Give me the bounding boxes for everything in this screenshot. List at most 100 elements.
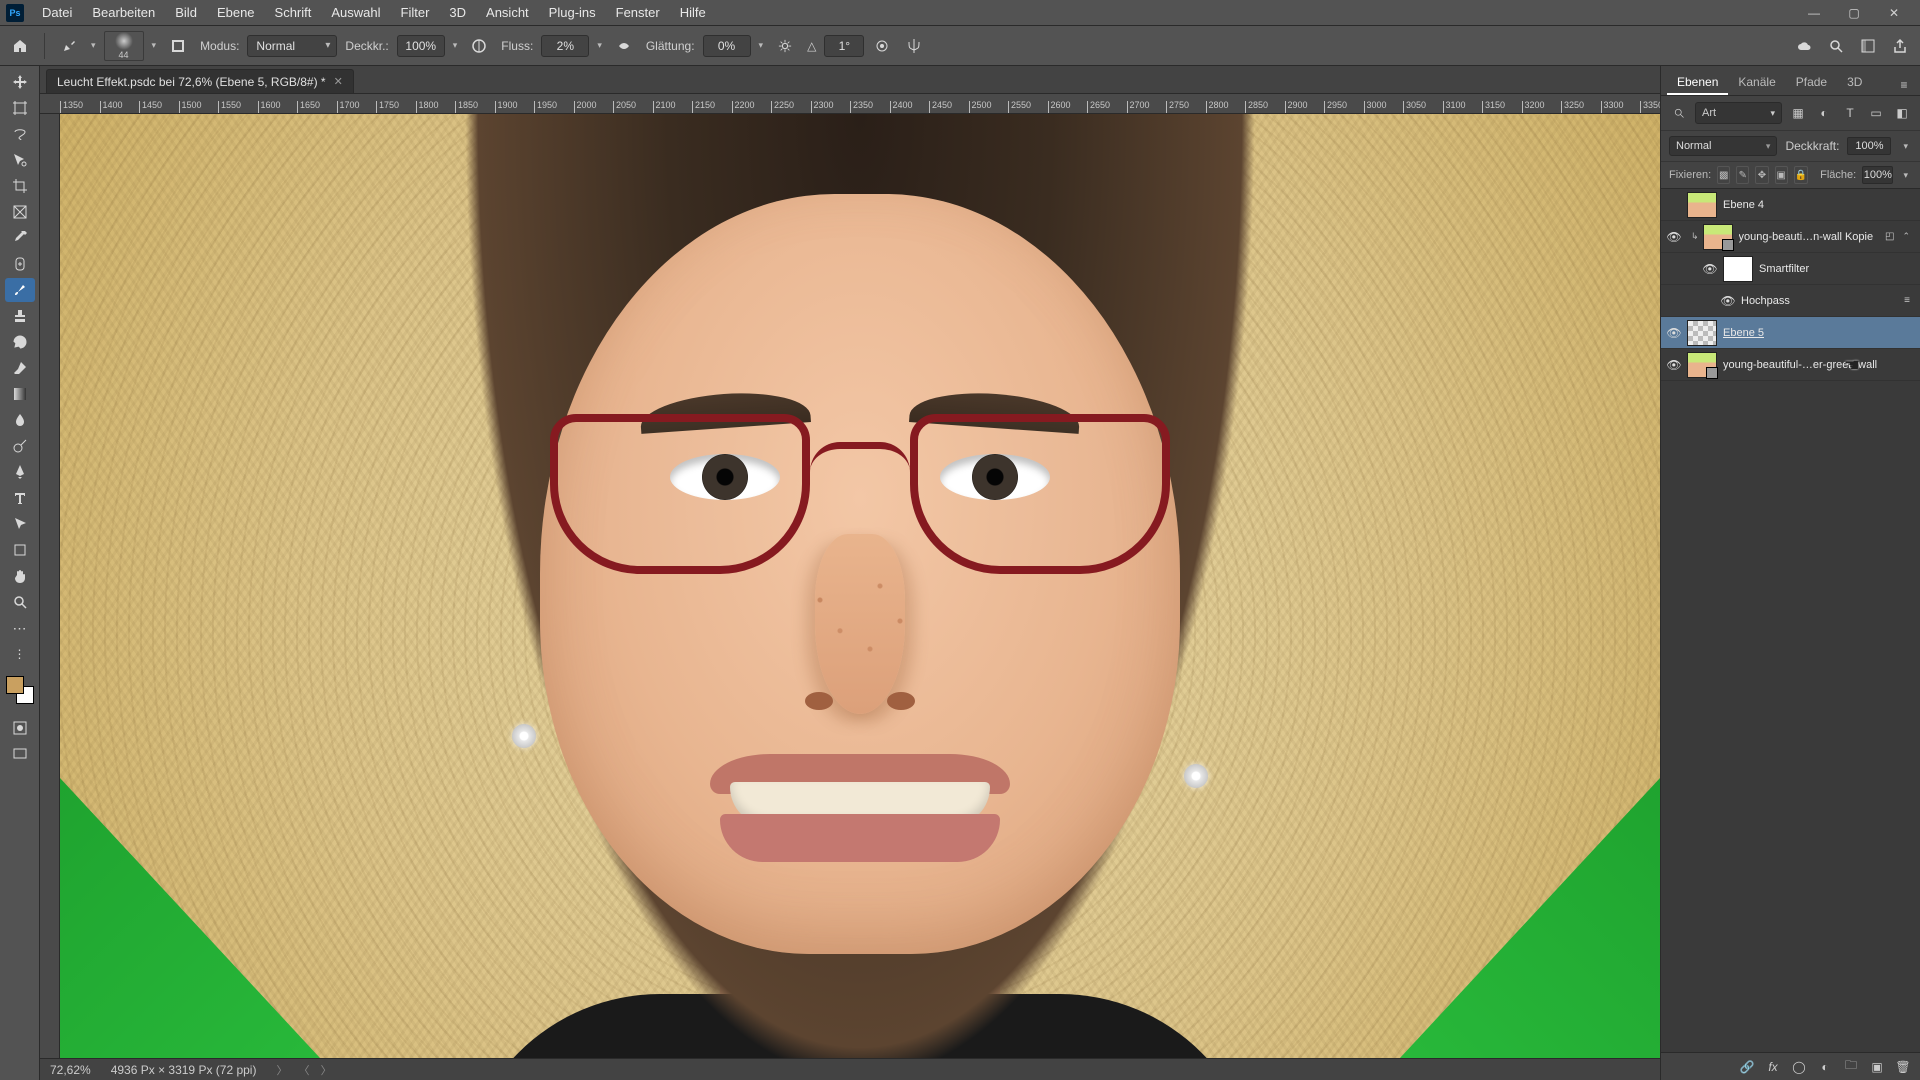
menu-fenster[interactable]: Fenster	[606, 0, 670, 26]
quickmask-icon[interactable]	[5, 716, 35, 740]
layer-row[interactable]: 👁 Ebene 5	[1661, 317, 1920, 349]
menu-bearbeiten[interactable]: Bearbeiten	[82, 0, 165, 26]
healing-tool[interactable]	[5, 252, 35, 276]
close-button[interactable]: ✕	[1874, 0, 1914, 26]
selection-tool[interactable]	[5, 148, 35, 172]
menu-hilfe[interactable]: Hilfe	[670, 0, 716, 26]
tab-3d[interactable]: 3D	[1837, 69, 1872, 95]
lock-position-icon[interactable]: ✥	[1755, 166, 1768, 184]
opacity-input[interactable]: 100%	[397, 35, 445, 57]
canvas-viewport[interactable]	[60, 114, 1660, 1058]
lock-all-icon[interactable]: 🔒	[1794, 166, 1808, 184]
menu-auswahl[interactable]: Auswahl	[321, 0, 390, 26]
filter-mask-thumbnail[interactable]	[1723, 256, 1753, 282]
layer-row[interactable]: 👁 Smartfilter	[1661, 253, 1920, 285]
brush-tool[interactable]	[5, 278, 35, 302]
chevron-down-icon[interactable]: ▾	[1899, 170, 1912, 181]
zoom-tool[interactable]	[5, 590, 35, 614]
gradient-tool[interactable]	[5, 382, 35, 406]
blend-mode-select[interactable]: Normal	[247, 35, 337, 57]
more-tools-icon[interactable]: ⋯	[5, 616, 35, 640]
edit-toolbar-icon[interactable]: ⋮	[5, 642, 35, 666]
visibility-icon[interactable]: 👁	[1661, 326, 1687, 340]
filter-shape-icon[interactable]: ▭	[1866, 103, 1886, 123]
eraser-tool[interactable]	[5, 356, 35, 380]
layer-row[interactable]: 👁 ↳ young-beauti…n-wall Kopie ◰ ⌃	[1661, 221, 1920, 253]
minimize-button[interactable]: —	[1794, 0, 1834, 26]
layer-name[interactable]: Ebene 5	[1723, 327, 1914, 339]
menu-3d[interactable]: 3D	[439, 0, 476, 26]
document-tab[interactable]: Leucht Effekt.psdc bei 72,6% (Ebene 5, R…	[46, 69, 354, 93]
brush-preset-picker[interactable]: 44	[104, 31, 144, 61]
hand-tool[interactable]	[5, 564, 35, 588]
stamp-tool[interactable]	[5, 304, 35, 328]
visibility-icon[interactable]: 👁	[1661, 358, 1687, 372]
horizontal-ruler[interactable]: 1350140014501500155016001650170017501800…	[40, 94, 1660, 114]
visibility-icon[interactable]: 👁	[1715, 294, 1741, 308]
pressure-size-icon[interactable]	[868, 32, 896, 60]
chevron-down-icon[interactable]: ▾	[1899, 141, 1912, 152]
lasso-tool[interactable]	[5, 122, 35, 146]
visibility-icon[interactable]: 👁	[1697, 262, 1723, 276]
link-layers-icon[interactable]: 🔗	[1736, 1056, 1758, 1078]
history-brush-tool[interactable]	[5, 330, 35, 354]
path-select-tool[interactable]	[5, 512, 35, 536]
layer-thumbnail[interactable]	[1687, 352, 1717, 378]
filter-type-icon[interactable]: T	[1840, 103, 1860, 123]
chevron-down-icon[interactable]: ▾	[87, 40, 100, 51]
menu-bild[interactable]: Bild	[165, 0, 207, 26]
blur-tool[interactable]	[5, 408, 35, 432]
layer-blend-select[interactable]: Normal	[1669, 136, 1777, 156]
search-icon[interactable]	[1822, 32, 1850, 60]
layer-thumbnail[interactable]	[1687, 192, 1717, 218]
layer-name[interactable]: young-beauti…n-wall Kopie	[1739, 231, 1881, 243]
cloud-icon[interactable]	[1790, 32, 1818, 60]
layer-filter-select[interactable]: Art ▾	[1695, 102, 1782, 124]
tool-preset-icon[interactable]	[55, 32, 83, 60]
pressure-opacity-icon[interactable]	[465, 32, 493, 60]
menu-schrift[interactable]: Schrift	[265, 0, 322, 26]
document-info[interactable]: 4936 Px × 3319 Px (72 ppi)	[111, 1063, 257, 1077]
menu-ebene[interactable]: Ebene	[207, 0, 265, 26]
shape-tool[interactable]	[5, 538, 35, 562]
dodge-tool[interactable]	[5, 434, 35, 458]
maximize-button[interactable]: ▢	[1834, 0, 1874, 26]
search-icon[interactable]	[1669, 103, 1689, 123]
filter-smart-icon[interactable]: ◧	[1892, 103, 1912, 123]
airbrush-icon[interactable]	[610, 32, 638, 60]
layer-row[interactable]: Ebene 4	[1661, 189, 1920, 221]
brush-settings-icon[interactable]	[164, 32, 192, 60]
close-icon[interactable]: ✕	[334, 75, 343, 88]
fill-input[interactable]: 100%	[1862, 166, 1893, 184]
layer-thumbnail[interactable]	[1687, 320, 1717, 346]
chevron-down-icon[interactable]: ▾	[148, 40, 161, 51]
smartobject-icon[interactable]: ◰	[1881, 231, 1898, 242]
layer-mask-icon[interactable]: ◯	[1788, 1056, 1810, 1078]
expand-icon[interactable]: ⌃	[1898, 231, 1914, 242]
move-tool[interactable]	[5, 70, 35, 94]
tab-paths[interactable]: Pfade	[1786, 69, 1837, 95]
chevron-down-icon[interactable]: ▾	[755, 40, 768, 51]
pen-tool[interactable]	[5, 460, 35, 484]
visibility-icon[interactable]: 👁	[1661, 230, 1687, 244]
chevron-down-icon[interactable]: ▾	[593, 40, 606, 51]
symmetry-icon[interactable]	[900, 32, 928, 60]
layer-opacity-input[interactable]: 100%	[1847, 137, 1891, 155]
share-icon[interactable]	[1886, 32, 1914, 60]
lock-artboard-icon[interactable]: ▣	[1775, 166, 1788, 184]
menu-plug-ins[interactable]: Plug-ins	[539, 0, 606, 26]
new-group-icon[interactable]: 🗀	[1840, 1056, 1862, 1078]
screenmode-icon[interactable]	[5, 742, 35, 766]
home-icon[interactable]	[6, 32, 34, 60]
layer-name[interactable]: Hochpass	[1741, 295, 1900, 307]
layer-name[interactable]: young-beautiful-…er-green-wall	[1723, 359, 1914, 371]
workspace-icon[interactable]	[1854, 32, 1882, 60]
foreground-color[interactable]	[6, 676, 24, 694]
layer-fx-icon[interactable]: fx	[1762, 1056, 1784, 1078]
color-swatches[interactable]	[6, 676, 34, 704]
layer-name[interactable]: Smartfilter	[1759, 263, 1914, 275]
tab-channels[interactable]: Kanäle	[1728, 69, 1785, 95]
layer-thumbnail[interactable]	[1703, 224, 1733, 250]
info-chevrons[interactable]: 〉 〈 〉	[276, 1062, 335, 1078]
crop-tool[interactable]	[5, 174, 35, 198]
